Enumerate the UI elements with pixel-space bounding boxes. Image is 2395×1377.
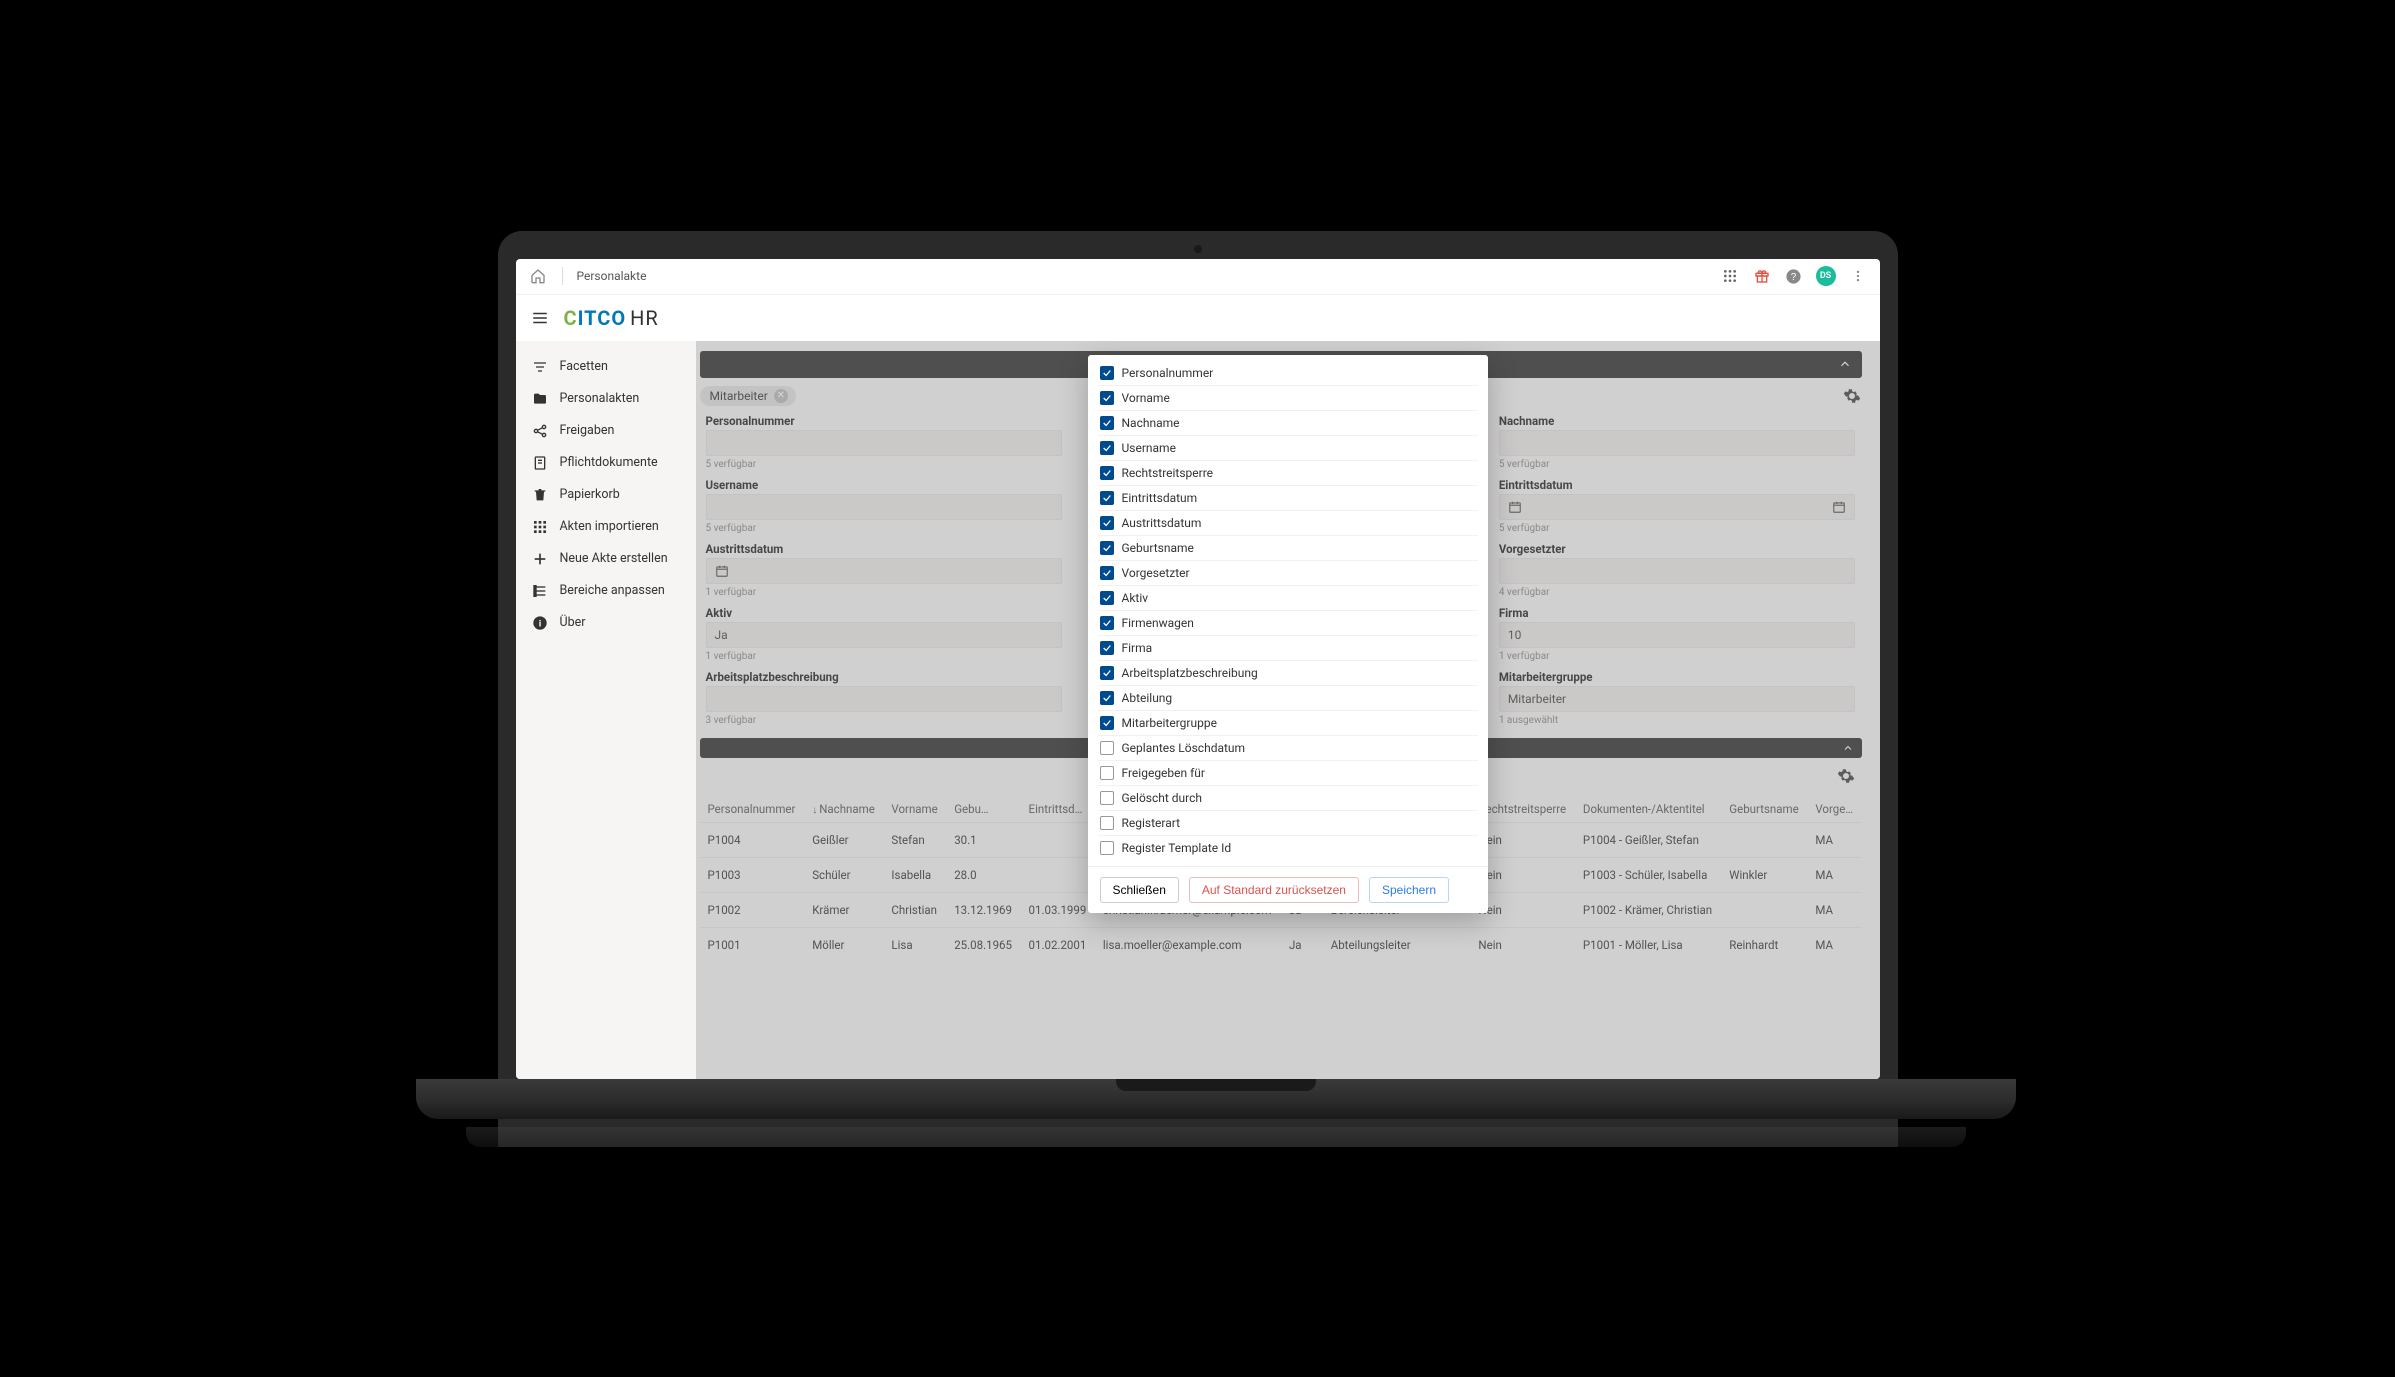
kebab-icon[interactable]: [1848, 266, 1868, 286]
modal-option-list: Personalnummer Vorname Nachname Username Rec…: [1088, 355, 1488, 866]
modal-option[interactable]: Username: [1098, 436, 1478, 461]
modal-option[interactable]: Freigegeben für: [1098, 761, 1478, 786]
checkbox-icon[interactable]: [1100, 416, 1114, 430]
modal-option[interactable]: Geplantes Löschdatum: [1098, 736, 1478, 761]
modal-option-label: Vorgesetzter: [1122, 566, 1190, 580]
svg-text:?: ?: [1791, 272, 1797, 283]
modal-option-label: Nachname: [1122, 416, 1180, 430]
sidebar-item-uber[interactable]: i Über: [516, 607, 696, 639]
home-icon[interactable]: [528, 266, 548, 286]
checkbox-icon[interactable]: [1100, 716, 1114, 730]
modal-option-label: Mitarbeitergruppe: [1122, 716, 1217, 730]
checkbox-icon[interactable]: [1100, 591, 1114, 605]
modal-option-label: Austrittsdatum: [1122, 516, 1202, 530]
modal-option[interactable]: Register Template Id: [1098, 836, 1478, 860]
modal-option-label: Rechtstreitsperre: [1122, 466, 1214, 480]
hamburger-icon[interactable]: [530, 308, 550, 328]
avatar[interactable]: DS: [1816, 266, 1836, 286]
checkbox-icon[interactable]: [1100, 766, 1114, 780]
modal-option[interactable]: Firmenwagen: [1098, 611, 1478, 636]
modal-option-label: Abteilung: [1122, 691, 1173, 705]
modal-option-label: Firmenwagen: [1122, 616, 1194, 630]
save-button[interactable]: Speichern: [1369, 877, 1449, 903]
checkbox-icon[interactable]: [1100, 441, 1114, 455]
sidebar-item-label: Personalakten: [560, 391, 640, 406]
modal-option[interactable]: Mitarbeitergruppe: [1098, 711, 1478, 736]
checkbox-icon[interactable]: [1100, 691, 1114, 705]
checkbox-icon[interactable]: [1100, 616, 1114, 630]
sidebar-item-personalakten[interactable]: Personalakten: [516, 383, 696, 415]
modal-option[interactable]: Vorname: [1098, 386, 1478, 411]
checkbox-icon[interactable]: [1100, 741, 1114, 755]
checkbox-icon[interactable]: [1100, 491, 1114, 505]
modal-option[interactable]: Personalnummer: [1098, 361, 1478, 386]
checkbox-icon[interactable]: [1100, 841, 1114, 855]
checkbox-icon[interactable]: [1100, 516, 1114, 530]
sidebar-item-neue-akte[interactable]: Neue Akte erstellen: [516, 543, 696, 575]
modal-option-label: Registerart: [1122, 816, 1181, 830]
modal-option[interactable]: Abteilung: [1098, 686, 1478, 711]
checkbox-icon[interactable]: [1100, 816, 1114, 830]
modal-option[interactable]: Rechtstreitsperre: [1098, 461, 1478, 486]
sidebar: Facetten Personalakten Freigaben Pflicht…: [516, 341, 696, 1079]
modal-option[interactable]: Firma: [1098, 636, 1478, 661]
sidebar-item-papierkorb[interactable]: Papierkorb: [516, 479, 696, 511]
checkbox-icon[interactable]: [1100, 641, 1114, 655]
checkbox-icon[interactable]: [1100, 791, 1114, 805]
sidebar-item-pflichtdokumente[interactable]: Pflichtdokumente: [516, 447, 696, 479]
modal-option-label: Geburtsname: [1122, 541, 1194, 555]
sidebar-item-label: Akten importieren: [560, 519, 659, 534]
checkbox-icon[interactable]: [1100, 466, 1114, 480]
brand-logo: CITCOHR: [564, 306, 659, 330]
column-picker-modal: Personalnummer Vorname Nachname Username Rec…: [1088, 355, 1488, 913]
sidebar-item-label: Facetten: [560, 359, 608, 374]
reset-button[interactable]: Auf Standard zurücksetzen: [1189, 877, 1359, 903]
breadcrumb[interactable]: Personalakte: [577, 269, 647, 283]
modal-option-label: Username: [1122, 441, 1176, 455]
main-content: Facetten Mitarbeiter ✕ Personalnummer: [696, 341, 1880, 1079]
modal-option-label: Gelöscht durch: [1122, 791, 1203, 805]
modal-option[interactable]: Arbeitsplatzbeschreibung: [1098, 661, 1478, 686]
checkbox-icon[interactable]: [1100, 391, 1114, 405]
checkbox-icon[interactable]: [1100, 541, 1114, 555]
app-header: CITCOHR: [516, 295, 1880, 341]
sidebar-item-label: Freigaben: [560, 423, 615, 438]
sidebar-item-facetten[interactable]: Facetten: [516, 351, 696, 383]
checkbox-icon[interactable]: [1100, 366, 1114, 380]
checkbox-icon[interactable]: [1100, 666, 1114, 680]
modal-option[interactable]: Nachname: [1098, 411, 1478, 436]
modal-option-label: Eintrittsdatum: [1122, 491, 1198, 505]
sidebar-item-label: Bereiche anpassen: [560, 583, 665, 598]
modal-option-label: Arbeitsplatzbeschreibung: [1122, 666, 1258, 680]
checkbox-icon[interactable]: [1100, 566, 1114, 580]
sidebar-item-label: Pflichtdokumente: [560, 455, 658, 470]
apps-icon[interactable]: [1720, 266, 1740, 286]
modal-option[interactable]: Eintrittsdatum: [1098, 486, 1478, 511]
modal-option-label: Personalnummer: [1122, 366, 1214, 380]
modal-option-label: Vorname: [1122, 391, 1170, 405]
sidebar-item-label: Papierkorb: [560, 487, 620, 502]
modal-option[interactable]: Gelöscht durch: [1098, 786, 1478, 811]
modal-option[interactable]: Vorgesetzter: [1098, 561, 1478, 586]
sidebar-item-bereiche-anpassen[interactable]: Bereiche anpassen: [516, 575, 696, 607]
modal-option-label: Register Template Id: [1122, 841, 1232, 855]
sidebar-item-label: Neue Akte erstellen: [560, 551, 668, 566]
modal-option-label: Aktiv: [1122, 591, 1149, 605]
gift-icon[interactable]: [1752, 266, 1772, 286]
modal-option[interactable]: Austrittsdatum: [1098, 511, 1478, 536]
modal-option[interactable]: Registerart: [1098, 811, 1478, 836]
close-button[interactable]: Schließen: [1100, 877, 1179, 903]
modal-option[interactable]: Aktiv: [1098, 586, 1478, 611]
modal-option-label: Freigegeben für: [1122, 766, 1205, 780]
sidebar-item-label: Über: [560, 615, 586, 630]
sidebar-item-akten-importieren[interactable]: Akten importieren: [516, 511, 696, 543]
modal-option-label: Firma: [1122, 641, 1153, 655]
help-icon[interactable]: ?: [1784, 266, 1804, 286]
modal-option-label: Geplantes Löschdatum: [1122, 741, 1246, 755]
sidebar-item-freigaben[interactable]: Freigaben: [516, 415, 696, 447]
svg-text:i: i: [538, 618, 541, 628]
topbar: Personalakte ? DS: [516, 259, 1880, 295]
modal-option[interactable]: Geburtsname: [1098, 536, 1478, 561]
